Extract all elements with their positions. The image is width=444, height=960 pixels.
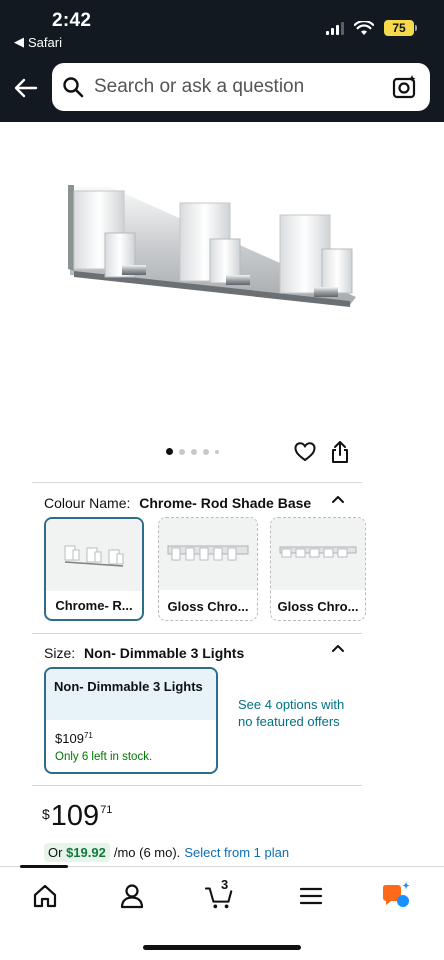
carousel-dot[interactable] — [179, 448, 185, 455]
carousel-dot[interactable] — [191, 448, 197, 455]
price-currency: $ — [42, 806, 50, 822]
status-indicators: 75 — [326, 20, 417, 36]
back-arrow-icon[interactable] — [12, 74, 40, 102]
swatch-thumbnail — [271, 518, 365, 590]
divider — [32, 482, 362, 483]
swatch-thumb-image — [167, 545, 249, 561]
price-fraction: 71 — [100, 804, 113, 816]
divider — [32, 785, 362, 786]
carousel-dot[interactable] — [215, 449, 219, 454]
size-label: Size: — [44, 645, 76, 661]
back-app-label: Safari — [28, 34, 62, 50]
swatch-name: Gloss Chro... — [167, 599, 249, 614]
share-icon[interactable] — [330, 440, 350, 464]
image-carousel-dots[interactable] — [166, 448, 219, 455]
nav-menu[interactable] — [296, 881, 326, 911]
swatch-thumbnail — [159, 518, 257, 590]
nav-home[interactable] — [30, 881, 60, 911]
cart-count: 3 — [221, 877, 229, 892]
swatch-thumb-image — [279, 546, 357, 558]
back-to-app[interactable]: ◀ Safari — [14, 34, 62, 50]
size-option-price: $10971 — [55, 731, 93, 746]
home-icon — [33, 884, 57, 908]
rufus-ai-icon — [382, 882, 410, 907]
payment-plan-row: Or $19.92 /mo (6 mo). Select from 1 plan — [44, 843, 289, 862]
colour-option-gloss-chrome-2[interactable]: Gloss Chro... — [270, 517, 366, 621]
product-price: $ 109 71 — [42, 800, 112, 832]
select-plan-link[interactable]: Select from 1 plan — [184, 845, 289, 860]
swatch-name: Chrome- R... — [55, 598, 133, 613]
size-option-title: Non- Dimmable 3 Lights — [46, 669, 216, 720]
plan-term: /mo (6 mo). — [113, 845, 181, 860]
heart-icon[interactable] — [294, 441, 316, 463]
colour-option-chrome-rod[interactable]: Chrome- R... — [44, 517, 144, 621]
plan-badge: Or $19.92 — [44, 843, 110, 862]
wifi-icon — [354, 20, 374, 35]
top-bar: 2:42 ◀ Safari 75 — [0, 0, 444, 122]
cellular-signal-icon — [326, 21, 344, 35]
swatch-thumb-image — [64, 545, 124, 567]
size-selected-value: Non- Dimmable 3 Lights — [84, 645, 245, 661]
home-indicator — [143, 945, 301, 950]
cart-icon — [205, 887, 233, 909]
status-time: 2:42 — [52, 10, 92, 31]
bottom-navigation: 3 — [0, 865, 444, 960]
nav-rufus[interactable] — [382, 881, 412, 911]
camera-lens-icon[interactable] — [392, 74, 418, 100]
colour-selected-value: Chrome- Rod Shade Base — [139, 495, 312, 511]
colour-option-gloss-chrome-1[interactable]: Gloss Chro... — [158, 517, 258, 621]
see-options-link[interactable]: See 4 options with no featured offers — [238, 696, 358, 730]
back-triangle-icon: ◀ — [14, 34, 24, 49]
product-image[interactable] — [60, 175, 370, 315]
carousel-dot[interactable] — [203, 448, 209, 455]
size-price-fraction: 71 — [83, 731, 93, 740]
active-tab-indicator — [20, 865, 68, 868]
nav-cart[interactable]: 3 — [205, 877, 235, 911]
search-input[interactable] — [94, 76, 374, 98]
price-whole: 109 — [50, 800, 100, 832]
colour-label: Colour Name: — [44, 495, 131, 511]
size-label-row: Size: Non- Dimmable 3 Lights — [44, 645, 244, 661]
search-icon — [63, 77, 84, 98]
divider — [32, 633, 362, 634]
plan-amount: $19.92 — [66, 845, 106, 860]
nav-account[interactable] — [117, 881, 147, 911]
colour-label-row: Colour Name: Chrome- Rod Shade Base — [44, 495, 311, 511]
carousel-dot[interactable] — [166, 448, 173, 455]
swatch-thumbnail — [46, 519, 142, 591]
size-option-card[interactable]: Non- Dimmable 3 Lights $10971 Only 6 lef… — [44, 667, 218, 774]
plan-prefix: Or — [48, 845, 63, 860]
size-price-whole: 109 — [62, 731, 84, 746]
search-bar[interactable] — [52, 63, 430, 111]
stock-status: Only 6 left in stock. — [55, 751, 153, 763]
swatch-name: Gloss Chro... — [277, 599, 359, 614]
size-collapse-chevron-icon[interactable] — [331, 643, 345, 653]
account-icon — [120, 884, 144, 909]
menu-icon — [299, 887, 323, 905]
colour-collapse-chevron-icon[interactable] — [331, 494, 345, 504]
battery-icon: 75 — [384, 20, 417, 36]
